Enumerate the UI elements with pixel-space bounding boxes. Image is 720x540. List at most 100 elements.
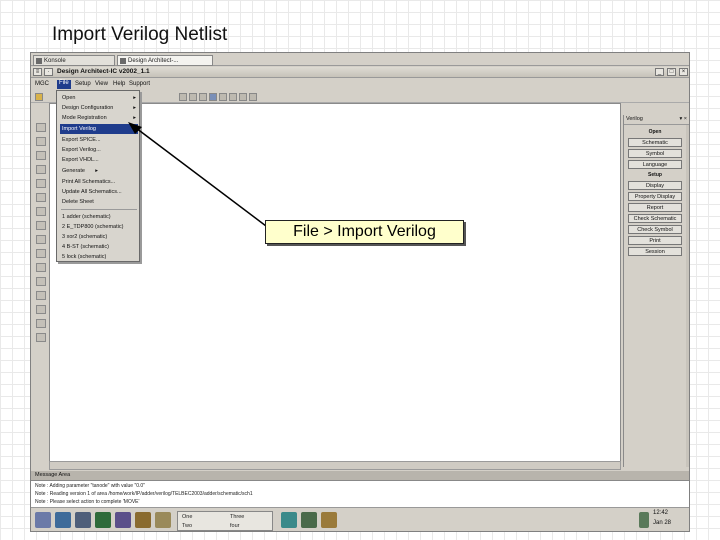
pin-icon[interactable]: · xyxy=(44,68,53,76)
close-icon[interactable]: × xyxy=(679,68,688,76)
menu-item-export-verilog[interactable]: Export Verilog... xyxy=(60,145,138,155)
menu-help[interactable]: Help xyxy=(113,81,125,87)
window-title: Design Architect-IC v2002_1.1 xyxy=(57,68,150,75)
clock-time: 12:42 xyxy=(653,510,669,516)
property-display-button[interactable]: Property Display xyxy=(628,192,682,201)
pan-tool-icon[interactable] xyxy=(36,291,46,300)
pager-desktop-one[interactable]: One xyxy=(182,514,192,520)
monitor-icon[interactable] xyxy=(301,512,317,528)
editor-icon[interactable] xyxy=(95,512,111,528)
menu-item-import-verilog[interactable]: Import Verilog ▸ xyxy=(60,124,138,134)
tray-icon[interactable] xyxy=(639,512,649,528)
palette-header: Verilog ▾ × xyxy=(624,115,689,125)
tools-icon[interactable] xyxy=(321,512,337,528)
tool-icon-6[interactable] xyxy=(229,93,237,101)
display-button[interactable]: Display xyxy=(628,181,682,190)
menu-separator xyxy=(61,209,137,210)
rotate-tool-icon[interactable] xyxy=(36,165,46,174)
section-open-title: Open xyxy=(648,129,662,135)
symbol-button[interactable]: Symbol xyxy=(628,149,682,158)
message-area: Note : Adding parameter "tanode" with va… xyxy=(31,480,689,507)
menu-support[interactable]: Support xyxy=(129,81,150,87)
pager-desktop-three[interactable]: Three xyxy=(230,514,244,520)
maximize-icon[interactable]: □ xyxy=(667,68,676,76)
tab-design-architect[interactable]: Design Architect-... xyxy=(117,55,213,66)
recent-file-5[interactable]: 5 lock (schematic) xyxy=(60,252,138,262)
print-button[interactable]: Print xyxy=(628,236,682,245)
menu-setup[interactable]: Setup xyxy=(75,81,91,87)
check-schematic-button[interactable]: Check Schematic xyxy=(628,214,682,223)
report-button[interactable]: Report xyxy=(628,203,682,212)
open-folder-icon[interactable] xyxy=(35,93,43,101)
message-line: Note : Adding parameter "tanode" with va… xyxy=(35,483,145,489)
left-tool-palette xyxy=(34,123,48,353)
menu-item-design-configuration[interactable]: Design Configuration ▸ xyxy=(60,103,138,113)
start-menu-icon[interactable] xyxy=(35,512,51,528)
check-symbol-button[interactable]: Check Symbol xyxy=(628,225,682,234)
palette-close-icon[interactable]: ▾ × xyxy=(679,115,687,124)
schematic-button[interactable]: Schematic xyxy=(628,138,682,147)
recent-file-4[interactable]: 4 B-ST (schematic) xyxy=(60,242,138,252)
copy-tool-icon[interactable] xyxy=(36,137,46,146)
menu-item-export-spice[interactable]: Export SPICE... xyxy=(60,135,138,145)
menu-item-export-vhdl[interactable]: Export VHDL... xyxy=(60,155,138,165)
settings-icon[interactable] xyxy=(155,512,171,528)
delete-tool-icon[interactable] xyxy=(36,151,46,160)
property-tool-icon[interactable] xyxy=(36,263,46,272)
menu-item-mode-registration[interactable]: Mode Registration ▸ xyxy=(60,113,138,123)
menu-file[interactable]: File xyxy=(57,80,71,89)
session-button[interactable]: Session xyxy=(628,247,682,256)
zoom-tool-icon[interactable] xyxy=(36,277,46,286)
home-icon[interactable] xyxy=(55,512,71,528)
check-tool-icon[interactable] xyxy=(36,305,46,314)
misc-tool-icon[interactable] xyxy=(36,333,46,342)
window-menu-icon[interactable]: ≡ xyxy=(33,68,42,76)
tool-icon-3[interactable] xyxy=(199,93,207,101)
section-setup-title: Setup xyxy=(648,172,662,178)
tool-icon-4[interactable] xyxy=(209,93,217,101)
flip-tool-icon[interactable] xyxy=(36,179,46,188)
recent-file-3[interactable]: 3 xor2 (schematic) xyxy=(60,232,138,242)
minimize-icon[interactable]: _ xyxy=(655,68,664,76)
app-launcher-icon[interactable] xyxy=(281,512,297,528)
submenu-arrow-icon: ▸ xyxy=(133,126,136,132)
desktop-pager[interactable]: One Three Two four xyxy=(177,511,273,531)
menu-bar: MGC File Setup View Help Support xyxy=(31,79,689,90)
recent-file-1[interactable]: 1 adder (schematic) xyxy=(60,212,138,222)
print-tool-icon[interactable] xyxy=(36,319,46,328)
tool-icon-8[interactable] xyxy=(249,93,257,101)
terminal-icon[interactable] xyxy=(75,512,91,528)
tool-icon-1[interactable] xyxy=(179,93,187,101)
wire-tool-icon[interactable] xyxy=(36,193,46,202)
pager-desktop-four[interactable]: four xyxy=(230,523,239,529)
file-menu-dropdown: Open ▸ Design Configuration ▸ Mode Registr… xyxy=(56,90,140,262)
port-tool-icon[interactable] xyxy=(36,235,46,244)
menu-view[interactable]: View xyxy=(95,81,108,87)
callout-label: File > Import Verilog xyxy=(265,220,464,244)
submenu-arrow-icon: ▸ xyxy=(133,115,136,121)
desktop-taskbar: One Three Two four 12:42 Jan 28 xyxy=(31,507,689,531)
net-tool-icon[interactable] xyxy=(36,207,46,216)
browser-icon[interactable] xyxy=(115,512,131,528)
menu-item-generate[interactable]: Generate ▸ xyxy=(60,166,138,176)
office-icon[interactable] xyxy=(135,512,151,528)
recent-file-2[interactable]: 2 E_TDP800 (schematic) xyxy=(60,222,138,232)
text-tool-icon[interactable] xyxy=(36,221,46,230)
menu-mgc[interactable]: MGC xyxy=(35,81,49,87)
tool-icon-7[interactable] xyxy=(239,93,247,101)
bus-tool-icon[interactable] xyxy=(36,249,46,258)
palette-scrollbar[interactable] xyxy=(686,125,689,467)
language-button[interactable]: Language xyxy=(628,160,682,169)
tab-konsole[interactable]: Konsole xyxy=(33,55,115,66)
tool-icon-2[interactable] xyxy=(189,93,197,101)
app-icon xyxy=(120,58,126,64)
horizontal-scrollbar[interactable] xyxy=(49,461,621,470)
select-tool-icon[interactable] xyxy=(36,123,46,132)
menu-item-update-all[interactable]: Update All Schematics... xyxy=(60,187,138,197)
tool-icon-5[interactable] xyxy=(219,93,227,101)
menu-item-open[interactable]: Open ▸ xyxy=(60,93,138,103)
submenu-arrow-icon: ▸ xyxy=(95,168,98,174)
menu-item-print-all[interactable]: Print All Schematics... xyxy=(60,177,138,187)
pager-desktop-two[interactable]: Two xyxy=(182,523,192,529)
menu-item-delete-sheet[interactable]: Delete Sheet xyxy=(60,197,138,207)
